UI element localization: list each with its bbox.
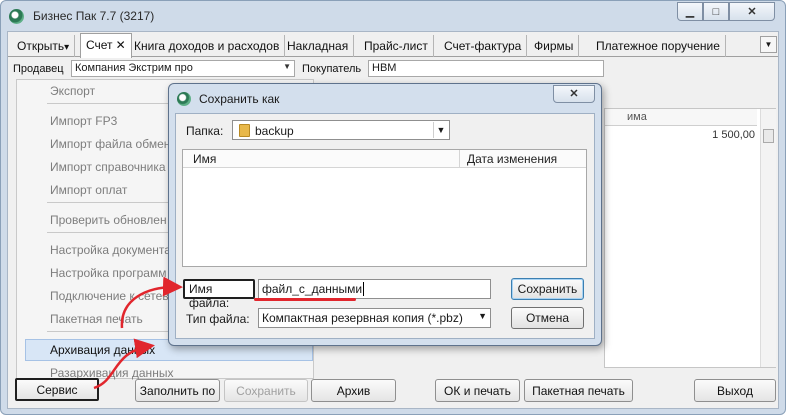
- text-cursor: [363, 282, 365, 296]
- menu-item-check-updates[interactable]: Проверить обновлен: [50, 213, 167, 227]
- folder-select[interactable]: backup ▼: [232, 120, 450, 140]
- batch-print-button[interactable]: Пакетная печать: [524, 379, 633, 402]
- menu-item-document-settings[interactable]: Настройка документа: [50, 243, 171, 257]
- minimize-button[interactable]: ▁: [677, 2, 703, 21]
- seller-combo[interactable]: Компания Экстрим про ▼: [71, 60, 295, 77]
- tab-scroll-down-icon[interactable]: ▼: [760, 36, 777, 53]
- service-button[interactable]: Сервис: [15, 378, 99, 401]
- menu-item-import-fp3[interactable]: Импорт FP3: [50, 114, 117, 128]
- menu-item-import-payments[interactable]: Импорт оплат: [50, 183, 127, 197]
- grid-scrollbar[interactable]: [760, 109, 776, 367]
- seller-value: Компания Экстрим про: [75, 62, 193, 74]
- chevron-down-icon[interactable]: ▼: [433, 122, 448, 138]
- tab-invoice[interactable]: Счет ✕: [80, 33, 132, 58]
- chevron-down-icon: ▾: [64, 42, 70, 53]
- grid-cell-sum[interactable]: 1 500,00: [665, 129, 755, 141]
- dialog-cancel-button[interactable]: Отмена: [511, 307, 584, 329]
- close-tab-icon[interactable]: ✕: [116, 38, 126, 52]
- column-date-header[interactable]: Дата изменения: [467, 152, 557, 166]
- app-logo-icon: [177, 92, 191, 106]
- app-logo-icon: [9, 9, 24, 24]
- filetype-label: Тип файла:: [186, 312, 250, 326]
- menu-item-batch-print[interactable]: Пакетная печать: [50, 312, 143, 326]
- file-list[interactable]: Имя Дата изменения: [182, 149, 587, 267]
- filename-value: файл_с_данными: [262, 282, 363, 296]
- tab-open[interactable]: Открыть▾: [12, 35, 76, 57]
- dialog-save-button[interactable]: Сохранить: [511, 278, 584, 300]
- tab-income-book[interactable]: Книга доходов и расходов: [129, 35, 286, 57]
- maximize-button[interactable]: □: [703, 2, 729, 21]
- folder-value: backup: [255, 124, 294, 138]
- annotation-underline: [254, 298, 356, 301]
- folder-icon: [239, 124, 250, 137]
- tab-companies[interactable]: Фирмы: [529, 35, 580, 57]
- menu-item-export[interactable]: Экспорт: [50, 84, 95, 98]
- filename-label-box: Имя файла:: [183, 279, 255, 310]
- dialog-body: Папка: backup ▼ Имя Дата изменения Имя ф…: [175, 113, 595, 339]
- exit-button[interactable]: Выход: [694, 379, 776, 402]
- menu-item-import-exchange-file[interactable]: Импорт файла обмен: [50, 137, 170, 151]
- tab-payment-order[interactable]: Платежное поручение: [591, 35, 726, 57]
- column-divider[interactable]: [459, 150, 460, 168]
- folder-label: Папка:: [186, 124, 224, 138]
- filename-input[interactable]: файл_с_данными: [258, 279, 491, 299]
- buyer-value: HBM: [372, 62, 397, 74]
- menu-item-network-connection[interactable]: Подключение к сетев: [50, 289, 169, 303]
- column-name-header[interactable]: Имя: [193, 152, 216, 166]
- buyer-combo[interactable]: HBM: [368, 60, 604, 77]
- grid-header: има: [605, 109, 757, 126]
- title-bar[interactable]: Бизнес Пак 7.7 (3217) ▁ □ ✕: [1, 1, 785, 31]
- buyer-label: Покупатель: [302, 63, 362, 75]
- dialog-close-button[interactable]: ✕: [553, 85, 595, 103]
- filetype-value: Компактная резервная копия (*.pbz): [262, 311, 463, 325]
- menu-item-import-directory[interactable]: Импорт справочника: [50, 160, 166, 174]
- archive-button[interactable]: Архив: [311, 379, 396, 402]
- tab-label: Открыть: [17, 39, 65, 53]
- file-list-header: Имя Дата изменения: [183, 150, 586, 168]
- scrollbar-thumb[interactable]: [763, 129, 774, 143]
- close-button[interactable]: ✕: [729, 2, 775, 21]
- tab-waybill[interactable]: Накладная: [282, 35, 355, 57]
- window-title: Бизнес Пак 7.7 (3217): [33, 9, 155, 23]
- filetype-select[interactable]: Компактная резервная копия (*.pbz) ▼: [258, 308, 491, 328]
- tab-tax-invoice[interactable]: Счет-фактура: [439, 35, 528, 57]
- menu-item-program-settings[interactable]: Настройка программ: [50, 266, 166, 280]
- save-button[interactable]: Сохранить: [224, 379, 308, 402]
- document-grid: има 1 500,00: [604, 108, 776, 368]
- tab-label: Счет: [86, 38, 113, 52]
- seller-label: Продавец: [13, 63, 64, 75]
- menu-item-label: Архивация данных: [50, 343, 156, 357]
- tab-price-list[interactable]: Прайс-лист: [359, 35, 434, 57]
- dialog-title: Сохранить как: [199, 92, 280, 106]
- chevron-down-icon: ▼: [478, 311, 487, 321]
- save-as-dialog: Сохранить как ✕ Папка: backup ▼ Имя Дата…: [168, 83, 602, 346]
- fill-by-button[interactable]: Заполнить по: [135, 379, 220, 402]
- grid-column-sum: има: [627, 111, 647, 123]
- chevron-down-icon: ▼: [283, 62, 291, 71]
- tab-strip: Открыть▾ Счет ✕ Книга доходов и расходов …: [8, 32, 778, 58]
- filename-label: Имя файла:: [189, 282, 230, 310]
- ok-print-button[interactable]: ОК и печать: [435, 379, 520, 402]
